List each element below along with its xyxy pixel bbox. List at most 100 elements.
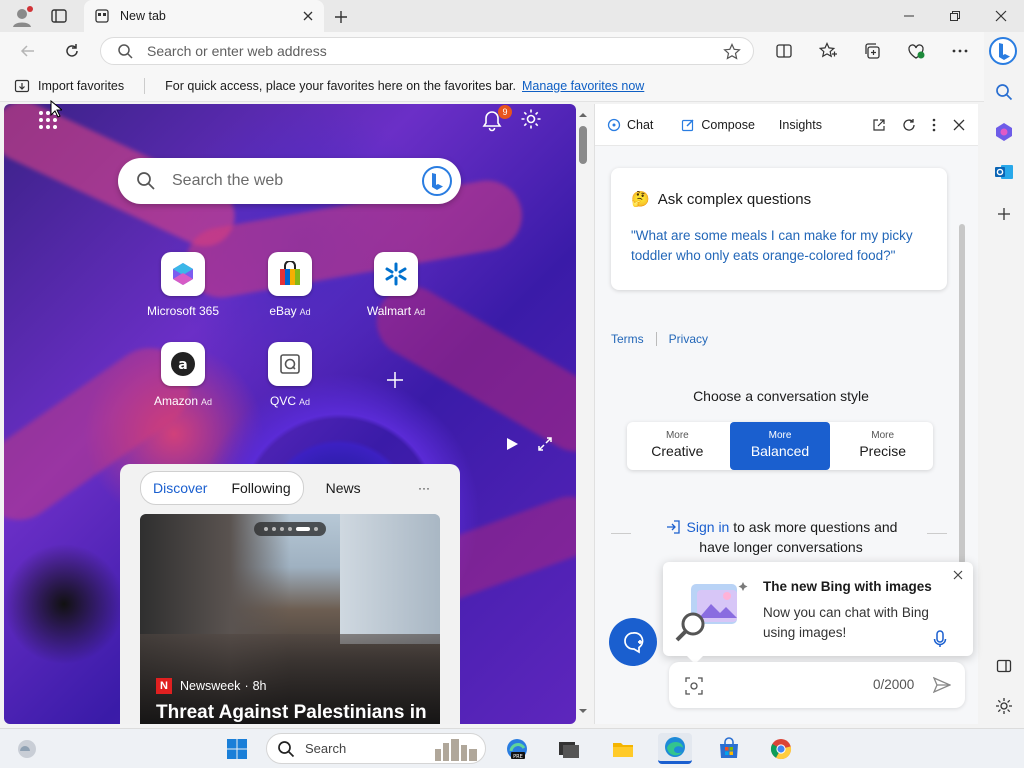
favorite-star-icon[interactable] — [723, 43, 741, 61]
close-tab-icon[interactable] — [302, 10, 314, 22]
web-search-box[interactable]: Search the web — [118, 158, 461, 204]
start-button[interactable] — [220, 733, 254, 764]
feed-tabs: Discover Following News ··· — [140, 471, 440, 505]
news-card-image[interactable]: N Newsweek · 8h Threat Against Palestini… — [140, 514, 440, 724]
play-video-icon[interactable] — [504, 436, 520, 452]
refresh-chat-icon[interactable] — [902, 118, 916, 132]
address-placeholder: Search or enter web address — [147, 43, 327, 59]
style-label: Balanced — [750, 443, 810, 459]
browser-essentials-button[interactable] — [900, 35, 932, 67]
minimize-button[interactable] — [886, 0, 932, 32]
tile-qvc[interactable]: QVC Ad — [235, 342, 345, 408]
bing-chat-icon[interactable] — [421, 165, 453, 197]
add-sidebar-app-icon[interactable] — [990, 200, 1018, 228]
tab-following[interactable]: Following — [219, 480, 302, 496]
ad-label: Ad — [299, 307, 311, 317]
sidebar-scrollbar[interactable] — [959, 224, 965, 564]
terms-link[interactable]: Terms — [611, 332, 644, 346]
title-bar: New tab — [0, 0, 1024, 32]
close-popup-icon[interactable] — [953, 570, 963, 580]
file-explorer-icon[interactable] — [606, 733, 640, 764]
tile-walmart[interactable]: Walmart Ad — [341, 252, 451, 318]
edge-taskbar-icon[interactable] — [658, 733, 692, 764]
close-window-button[interactable] — [978, 0, 1024, 32]
terminal-icon[interactable] — [552, 733, 586, 764]
restore-button[interactable] — [932, 0, 978, 32]
tab-insights[interactable]: Insights — [779, 118, 822, 132]
split-screen-button[interactable] — [768, 35, 800, 67]
outlook-icon[interactable] — [990, 158, 1018, 186]
copilot-icon[interactable] — [990, 118, 1018, 146]
favorites-button[interactable] — [812, 35, 844, 67]
style-label: Creative — [651, 443, 704, 459]
tile-label: Walmart — [366, 304, 412, 318]
chrome-icon[interactable] — [764, 733, 798, 764]
send-icon[interactable] — [933, 676, 951, 694]
open-in-new-icon[interactable] — [872, 118, 886, 132]
refresh-button[interactable] — [56, 35, 88, 67]
style-balanced[interactable]: More Balanced — [729, 422, 831, 470]
new-tab-button[interactable] — [330, 6, 352, 28]
profile-avatar[interactable] — [10, 5, 34, 29]
qvc-icon — [268, 342, 312, 386]
tab-compose-label: Compose — [701, 117, 755, 132]
image-search-icon[interactable] — [685, 677, 703, 695]
tab-compose[interactable]: Compose — [681, 118, 755, 132]
new-topic-button[interactable] — [609, 618, 657, 666]
add-site-icon[interactable] — [385, 370, 405, 390]
tab-actions-icon[interactable] — [50, 7, 70, 27]
intro-card: 🤔 Ask complex questions "What are some m… — [611, 168, 947, 290]
microsoft-store-icon[interactable] — [712, 733, 746, 764]
notifications-button[interactable]: 9 — [480, 105, 512, 134]
feed-more-button[interactable]: ··· — [418, 481, 430, 495]
manage-favorites-link[interactable]: Manage favorites now — [522, 79, 644, 93]
feed-tab-group: Discover Following — [140, 471, 304, 505]
collections-button[interactable] — [856, 35, 888, 67]
tab-discover[interactable]: Discover — [141, 480, 219, 496]
import-favorites-button[interactable]: Import favorites — [14, 78, 124, 94]
bing-chat-sidebar: Chat Compose Insights 🤔 Ask complex ques… — [594, 104, 978, 724]
chat-input-bar[interactable]: 0/2000 — [669, 662, 965, 708]
address-bar[interactable]: Search or enter web address — [100, 37, 754, 65]
carousel-dots[interactable] — [254, 522, 326, 536]
search-icon[interactable] — [990, 78, 1018, 106]
intro-card-title-row: 🤔 Ask complex questions — [631, 190, 927, 209]
taskbar-search-placeholder: Search — [305, 741, 347, 756]
bing-button[interactable] — [988, 36, 1018, 66]
tab-chat[interactable]: Chat — [607, 118, 653, 132]
close-sidebar-icon[interactable] — [952, 118, 966, 132]
newtab-favicon-icon — [94, 8, 110, 24]
page-settings-icon[interactable] — [520, 108, 542, 130]
back-button[interactable] — [12, 35, 44, 67]
conversation-style-selector: More Creative More Balanced More Precise — [627, 422, 933, 470]
privacy-link[interactable]: Privacy — [669, 332, 708, 346]
popup-title: The new Bing with images — [763, 579, 932, 594]
tab-new-tab[interactable]: New tab — [84, 0, 324, 32]
signin-text-2: have longer conversations — [699, 539, 863, 555]
hide-sidebar-icon[interactable] — [990, 652, 1018, 680]
style-creative[interactable]: More Creative — [627, 422, 728, 470]
microphone-icon[interactable] — [933, 630, 947, 648]
style-label: Precise — [859, 443, 907, 459]
sidebar-more-icon[interactable] — [932, 118, 936, 132]
news-headline[interactable]: Threat Against Palestinians in — [156, 702, 427, 724]
tile-microsoft-365[interactable]: Microsoft 365 — [128, 252, 238, 318]
signin-link[interactable]: Sign in — [687, 519, 730, 535]
svg-text:PRE: PRE — [513, 754, 523, 760]
tile-label: Microsoft 365 — [146, 304, 220, 318]
weather-widget-icon[interactable] — [10, 733, 44, 764]
tile-amazon[interactable]: a Amazon Ad — [128, 342, 238, 408]
news-source-name: Newsweek — [180, 679, 241, 693]
tile-label: eBay — [269, 304, 297, 318]
taskbar-search[interactable]: Search — [266, 733, 486, 764]
tab-news[interactable]: News — [326, 480, 361, 496]
sidebar-settings-icon[interactable] — [990, 692, 1018, 720]
style-precise[interactable]: More Precise — [832, 422, 933, 470]
fullscreen-icon[interactable] — [537, 436, 553, 452]
edge-preview-icon[interactable]: PRE — [500, 733, 534, 764]
more-menu-button[interactable] — [944, 35, 976, 67]
page-scrollbar[interactable] — [576, 104, 590, 724]
signin-text-1: to ask more questions and — [733, 519, 898, 535]
example-prompt[interactable]: "What are some meals I can make for my p… — [631, 226, 927, 266]
tile-ebay[interactable]: eBay Ad — [235, 252, 345, 318]
